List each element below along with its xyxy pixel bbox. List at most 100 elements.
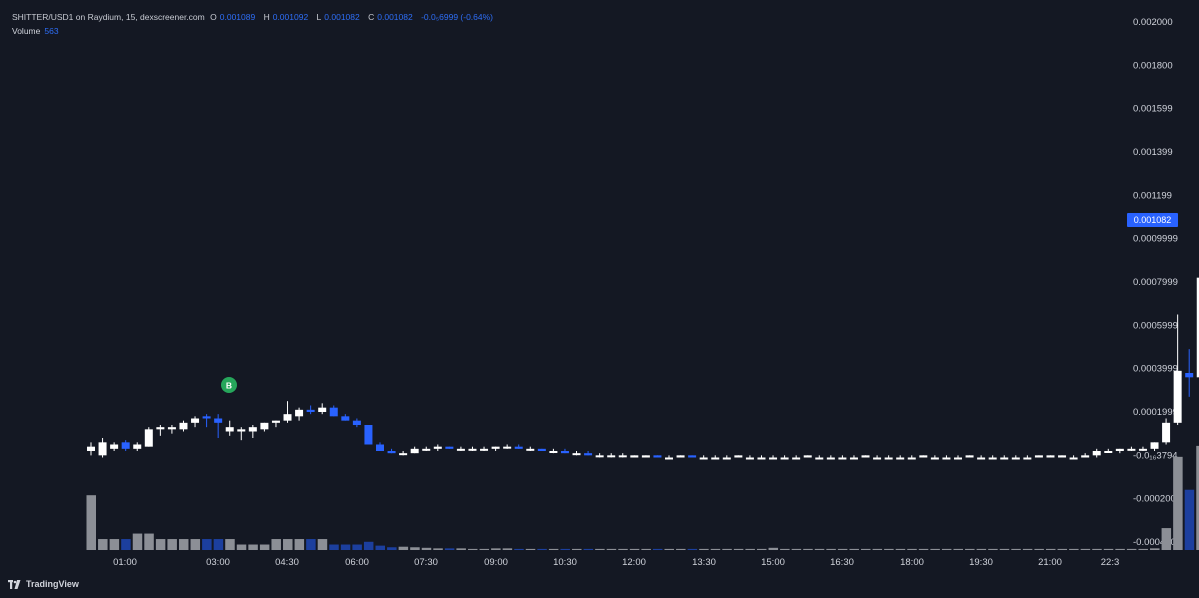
y-tick-label: -0.0₁₆3794 — [1133, 450, 1178, 461]
volume-legend: Volume 563 — [12, 26, 59, 36]
candle-body — [873, 457, 882, 460]
candle-body — [167, 427, 176, 430]
volume-bar — [1069, 548, 1079, 550]
candle-body — [1011, 457, 1020, 460]
volume-bar — [1184, 489, 1195, 550]
candle-body — [225, 427, 234, 432]
volume-bar — [1103, 548, 1114, 550]
x-tick-label: 12:00 — [622, 557, 646, 568]
ohlc-legend: SHITTER/USD1 on Raydium, 15, dexscreener… — [12, 13, 496, 22]
candle-body — [1127, 448, 1136, 451]
volume-bar — [502, 548, 513, 550]
y-tick-label: 0.002000 — [1133, 17, 1173, 28]
y-tick-label: 0.0007999 — [1133, 277, 1178, 288]
volume-bar — [548, 548, 559, 550]
volume-bar — [479, 548, 490, 550]
volume-bar — [387, 547, 397, 550]
candle-body — [699, 457, 708, 460]
x-tick-label: 07:30 — [414, 557, 438, 568]
tradingview-brand: TradingView — [26, 579, 79, 589]
volume-bar — [363, 541, 374, 550]
candle-body — [560, 451, 569, 454]
time-axis[interactable]: 01:00 03:00 04:30 06:00 07:30 09:00 10:30 12:00… — [113, 557, 1119, 568]
candle-body — [1162, 422, 1171, 443]
y-tick-label: 0.001399 — [1133, 147, 1173, 158]
volume-bar — [444, 548, 455, 550]
candle-body — [803, 455, 812, 458]
y-tick-label: 0.001599 — [1133, 104, 1173, 115]
candle-body — [1150, 442, 1159, 449]
candle-body — [792, 457, 801, 460]
volume-bar — [421, 547, 432, 550]
x-tick-label: 04:30 — [275, 557, 299, 568]
candle-body — [1081, 455, 1090, 458]
volume-bar — [918, 548, 929, 550]
volume-bar — [248, 544, 258, 550]
candle-body — [445, 446, 454, 449]
candle-body — [595, 455, 604, 458]
volume-bar — [271, 539, 281, 550]
candle-body — [179, 422, 188, 430]
candle-body — [676, 455, 685, 458]
candle-body — [237, 429, 246, 432]
candle-body — [665, 457, 673, 460]
candle-body — [988, 457, 997, 460]
symbol-title: SHITTER/USD1 on Raydium, 15, dexscreener… — [12, 12, 205, 22]
volume-bar — [814, 548, 825, 550]
volume-bar — [329, 544, 339, 550]
candle-body — [722, 457, 731, 460]
low-label: L — [316, 12, 322, 22]
buy-marker[interactable]: B — [221, 377, 237, 393]
volume-bar — [537, 548, 547, 550]
candle-body — [329, 407, 338, 417]
x-tick-label: 16:30 — [830, 557, 854, 568]
candle-body — [734, 455, 743, 458]
volume-value: 563 — [44, 26, 59, 36]
volume-bar — [213, 539, 224, 550]
candle-body — [861, 455, 870, 458]
volume-bar — [791, 548, 802, 550]
candle-body — [584, 453, 593, 456]
volume-bar — [98, 539, 108, 550]
candle-body — [295, 409, 304, 417]
volume-bar — [572, 548, 582, 550]
volume-bar — [202, 539, 212, 550]
candle-body — [965, 455, 974, 458]
volume-bar — [768, 547, 779, 550]
volume-bar — [155, 539, 166, 550]
y-tick-label: 0.001199 — [1133, 190, 1172, 201]
candle-body — [110, 444, 119, 449]
candle-body — [1173, 370, 1182, 423]
volume-bar — [1173, 456, 1183, 550]
candle-body — [630, 455, 639, 458]
volume-bar — [560, 548, 570, 550]
volume-bar — [1150, 548, 1160, 550]
candle-body — [433, 446, 442, 449]
candle-body — [1104, 451, 1113, 453]
candle-body — [422, 448, 431, 451]
volume-bar — [676, 548, 686, 550]
candle-body — [977, 457, 986, 460]
volume-bar — [837, 548, 848, 550]
candle-body — [352, 420, 361, 425]
volume-bar — [225, 539, 235, 550]
price-chart[interactable]: 0.002000 0.001800 0.001599 0.001399 0.001199… — [0, 0, 1199, 598]
volume-bar — [699, 548, 709, 550]
volume-bar — [652, 548, 663, 550]
candle-body — [1092, 451, 1101, 456]
volume-bar — [259, 544, 270, 550]
candle-body — [884, 457, 893, 460]
tradingview-logo[interactable]: TradingView — [8, 579, 79, 589]
candle-body — [745, 457, 754, 460]
x-tick-label: 06:00 — [345, 557, 369, 568]
volume-bar — [86, 495, 96, 550]
volume-bar — [352, 544, 362, 550]
candle-body — [480, 448, 489, 451]
candle-body — [549, 451, 558, 453]
candle-body — [769, 457, 778, 460]
volume-bar — [121, 539, 131, 550]
candle-body — [1034, 455, 1043, 458]
candle-body — [607, 455, 616, 458]
y-tick-label: 0.0009999 — [1133, 234, 1178, 245]
candle-body — [780, 457, 789, 460]
